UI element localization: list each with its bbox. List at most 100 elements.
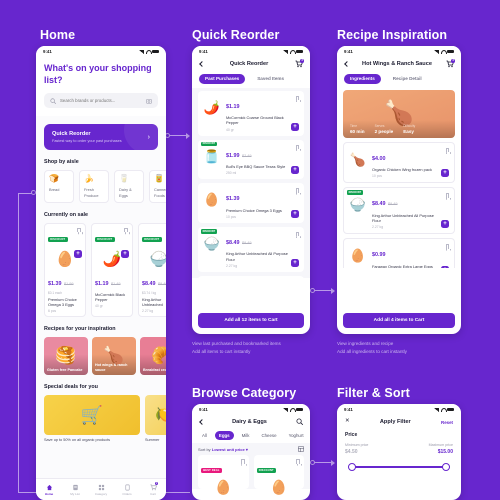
min-price-value[interactable]: $4.50 bbox=[345, 449, 368, 455]
tab-saved-items[interactable]: Saved Items bbox=[251, 74, 290, 84]
add-to-cart-button[interactable]: + bbox=[74, 249, 82, 258]
max-price-value[interactable]: $15.00 bbox=[429, 449, 453, 455]
search-icon[interactable] bbox=[296, 418, 303, 425]
deal-list[interactable]: 🛒 Save up to 50% on all organic products… bbox=[36, 395, 166, 442]
add-to-cart-button[interactable]: + bbox=[291, 258, 299, 267]
bookmark-icon[interactable] bbox=[295, 95, 299, 101]
add-to-cart-button[interactable]: + bbox=[291, 166, 299, 175]
chip-all[interactable]: All bbox=[198, 431, 211, 440]
list-item[interactable]: DISCOUNT 🫙 $1.99 $2.49 Bull's Eye BBQ Sauc… bbox=[198, 139, 304, 180]
recipe-list[interactable]: 🥞 Gluten free Pancake 🍗 Hot wings & ranc… bbox=[36, 337, 166, 376]
list-item[interactable]: DISCOUNT 🍚 $8.49 $9.49 King Arthur Unbleac… bbox=[198, 226, 304, 272]
list-item[interactable]: 🌶️ $1.19 McCormick Coarse Ground Black P… bbox=[198, 90, 304, 136]
chip-yoghurt[interactable]: Yoghurt bbox=[285, 431, 308, 440]
min-price-field[interactable]: Minimum price $4.50 bbox=[345, 443, 368, 455]
deal-card[interactable]: 🛒 Save up to 50% on all organic products bbox=[44, 395, 140, 442]
add-all-ingredients-button[interactable]: Add all 4 items to Cart bbox=[343, 313, 455, 328]
product-card[interactable]: DISCOUNT 🍚 + $8.49$9.49 $3.74 / kg King … bbox=[138, 222, 166, 318]
list-item[interactable]: 🍗 $4.00 Organic Chicken Wing frozen pack… bbox=[343, 141, 455, 184]
filter-icon[interactable] bbox=[298, 446, 304, 452]
product-card[interactable]: DISCOUNT 🌶️ + $1.19 $1.49 McCormick Black… bbox=[91, 222, 133, 318]
aisle-item-fresh-produce[interactable]: 🍌 Fresh Produce bbox=[79, 170, 109, 203]
bookmark-icon[interactable] bbox=[295, 188, 299, 193]
tab-category[interactable]: Category bbox=[90, 484, 112, 496]
add-to-cart-button[interactable]: + bbox=[291, 209, 299, 218]
tab-my-list[interactable]: My List bbox=[64, 484, 86, 496]
search-input[interactable] bbox=[60, 98, 142, 104]
product-price: $8.49 bbox=[226, 239, 240, 246]
list-item[interactable]: DISCOUNT 🍚 $8.49 $9.49 King Arthur Unbleac… bbox=[343, 187, 455, 235]
product-card[interactable]: BEST DEAL 🥚 bbox=[198, 455, 249, 495]
slider-knob-min[interactable] bbox=[348, 463, 356, 471]
bookmark-icon[interactable] bbox=[77, 227, 81, 233]
add-to-cart-button[interactable]: + bbox=[441, 265, 449, 268]
list-item[interactable]: 🧂 $7.99 Geo Fresh Organic Himalayan Pink… bbox=[198, 275, 304, 278]
deal-card[interactable]: 🍋 Summer bbox=[145, 395, 166, 442]
aisle-list[interactable]: 🍞 Bread 🍌 Fresh Produce 🥛 Dairy & Eggs 🥫… bbox=[36, 170, 166, 203]
add-to-cart-button[interactable]: + bbox=[121, 249, 129, 258]
product-grid[interactable]: BEST DEAL 🥚 DISCOUNT 🥚 bbox=[192, 455, 310, 495]
slider-knob-max[interactable] bbox=[442, 463, 450, 471]
add-to-cart-button[interactable]: + bbox=[441, 220, 449, 229]
on-sale-list[interactable]: DISCOUNT 🥚 + $1.39 $1.99 $0.1 each Premiu… bbox=[36, 222, 166, 318]
chevron-down-icon[interactable]: ▾ bbox=[246, 447, 248, 452]
max-price-field[interactable]: Maximum price $15.00 bbox=[429, 443, 453, 455]
quick-reorder-card[interactable]: Quick Reorder Fastest way to order your … bbox=[44, 124, 158, 151]
tab-orders[interactable]: Orders bbox=[116, 484, 138, 496]
aisle-item-bread[interactable]: 🍞 Bread bbox=[44, 170, 74, 203]
recipe-tabs[interactable]: Ingredients Recipe Detail bbox=[337, 72, 461, 88]
add-to-cart-button[interactable]: + bbox=[441, 169, 449, 178]
bookmark-icon[interactable] bbox=[445, 193, 449, 198]
bottom-tab-bar[interactable]: Home My List Category Orders 2 Cart bbox=[36, 478, 166, 500]
back-icon[interactable] bbox=[199, 62, 203, 66]
tab-recipe-detail[interactable]: Recipe Detail bbox=[387, 74, 428, 84]
meta-label: Time bbox=[350, 123, 357, 128]
tab-ingredients[interactable]: Ingredients bbox=[344, 74, 381, 84]
recipe-card[interactable]: 🥐 Breakfast croissant bbox=[140, 337, 166, 376]
camera-icon[interactable] bbox=[146, 98, 152, 104]
chevron-right-icon[interactable]: › bbox=[148, 134, 150, 141]
bookmark-icon[interactable] bbox=[445, 244, 449, 249]
reorder-item-list[interactable]: 🌶️ $1.19 McCormick Coarse Ground Black P… bbox=[192, 87, 310, 278]
reset-button[interactable]: Reset bbox=[441, 420, 453, 425]
ingredient-list[interactable]: 🍗 $4.00 Organic Chicken Wing frozen pack… bbox=[337, 137, 461, 268]
price-range-slider[interactable] bbox=[348, 463, 450, 471]
home-scroll[interactable]: What's on your shopping list? Quick Reor… bbox=[36, 57, 166, 500]
bookmark-icon[interactable] bbox=[124, 227, 128, 233]
bookmark-icon[interactable] bbox=[295, 231, 299, 237]
cart-icon[interactable]: 2 bbox=[295, 59, 304, 68]
list-item[interactable]: 🥚 $0.99 Faraway Organic Extra Large Eggs… bbox=[343, 238, 455, 268]
tab-cart[interactable]: 2 Cart bbox=[142, 481, 164, 496]
sort-row[interactable]: Sort by Lowest unit price ▾ bbox=[192, 443, 310, 455]
back-icon[interactable] bbox=[199, 420, 203, 424]
tab-home[interactable]: Home bbox=[38, 484, 60, 496]
category-chips[interactable]: All Eggs Milk Cheese Yoghurt Cream bbox=[192, 429, 310, 443]
list-item[interactable]: 🥚 $1.39 Premium Choice Omega 3 Eggs 10 p… bbox=[198, 183, 304, 223]
back-icon[interactable] bbox=[344, 62, 348, 66]
close-icon[interactable]: ✕ bbox=[345, 418, 350, 424]
sort-value[interactable]: Lowest unit price bbox=[212, 447, 245, 452]
caption-line: Add all ingredients to cart instantly bbox=[337, 349, 407, 355]
product-card[interactable]: DISCOUNT 🥚 bbox=[253, 455, 304, 495]
chip-eggs[interactable]: Eggs bbox=[214, 431, 234, 440]
search-bar[interactable] bbox=[44, 93, 158, 109]
bookmark-icon[interactable] bbox=[240, 459, 245, 464]
sort-control[interactable]: Sort by Lowest unit price ▾ bbox=[198, 447, 248, 452]
product-qty: 2.27 kg bbox=[372, 225, 384, 230]
product-card[interactable]: DISCOUNT 🥚 + $1.39 $1.99 $0.1 each Premiu… bbox=[44, 222, 86, 318]
add-all-to-cart-button[interactable]: Add all 12 items to Cart bbox=[198, 313, 304, 328]
recipe-card[interactable]: 🥞 Gluten free Pancake bbox=[44, 337, 88, 376]
add-to-cart-button[interactable]: + bbox=[291, 122, 299, 131]
reorder-tabs[interactable]: Past Purchases Saved Items bbox=[192, 72, 310, 88]
bookmark-icon[interactable] bbox=[296, 459, 300, 464]
chip-cheese[interactable]: Cheese bbox=[257, 431, 280, 440]
bookmark-icon[interactable] bbox=[445, 147, 449, 153]
cart-icon[interactable]: 2 bbox=[446, 59, 455, 68]
aisle-item-dairy-eggs[interactable]: 🥛 Dairy & Eggs bbox=[114, 170, 144, 203]
chip-milk[interactable]: Milk bbox=[238, 431, 254, 440]
product-image: 🥚 bbox=[270, 479, 288, 495]
tab-past-purchases[interactable]: Past Purchases bbox=[199, 74, 246, 84]
recipe-card[interactable]: 🍗 Hot wings & ranch sauce bbox=[92, 337, 136, 376]
bookmark-icon[interactable] bbox=[295, 144, 299, 149]
aisle-item-canned-foods[interactable]: 🥫 Canned Foods bbox=[149, 170, 166, 203]
